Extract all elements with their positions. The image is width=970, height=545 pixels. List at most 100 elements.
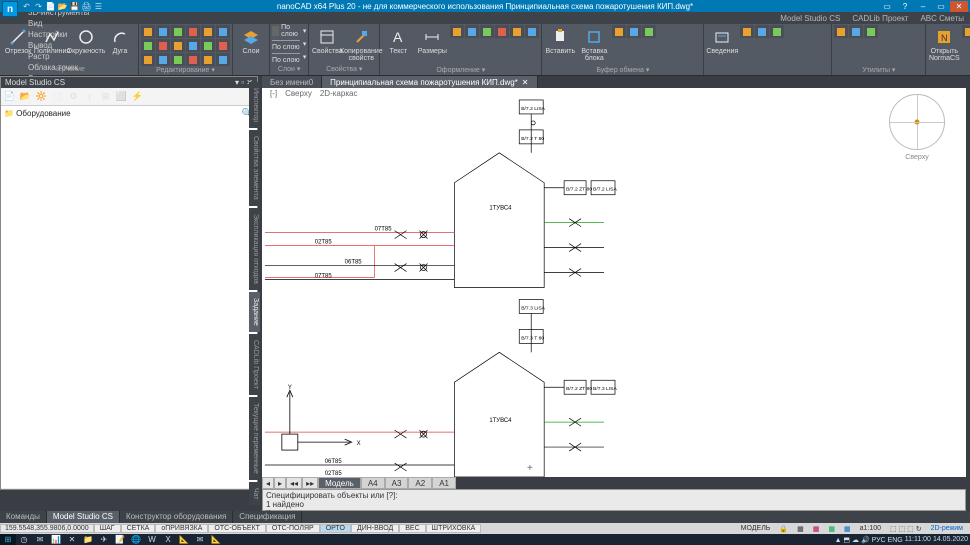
ribbon-small-button[interactable] (465, 25, 479, 38)
taskbar-app[interactable]: 📊 (48, 534, 64, 545)
view-control-item[interactable]: 2D-каркас (316, 89, 362, 98)
minimize-button[interactable]: – (914, 1, 932, 12)
view-controls[interactable]: [-]Сверху2D-каркас (266, 89, 361, 98)
layout-tab[interactable]: A1 (432, 477, 456, 489)
vertical-tab[interactable]: Экспликация отходов (249, 208, 260, 290)
scale-label[interactable]: а1:100 (857, 525, 884, 532)
ribbon-small-button[interactable] (216, 39, 230, 52)
taskbar-app[interactable]: 📝 (112, 534, 128, 545)
ribbon-small-button[interactable] (171, 53, 185, 66)
sp-tool-button[interactable]: ⬜ (115, 90, 128, 103)
layout-tab[interactable]: Модель (318, 477, 361, 489)
status-toggle[interactable]: ВЕС (399, 524, 425, 533)
ribbon-small-button[interactable] (156, 53, 170, 66)
status-toggle[interactable]: ОРТО (320, 524, 351, 533)
sp-tool-button[interactable]: ⬚ (51, 90, 64, 103)
layer-dropdown[interactable]: По слою ▾ (272, 25, 306, 37)
ribbon-button[interactable]: Дуга (104, 25, 136, 55)
sp-tool-button[interactable]: ⚙ (67, 90, 80, 103)
status-toggle[interactable]: оПРИВЯЗКА (155, 524, 208, 533)
ribbon-button[interactable]: Слои (235, 25, 267, 55)
ribbon-small-button[interactable] (450, 25, 464, 38)
ribbon-small-button[interactable] (525, 25, 539, 38)
bottom-tab[interactable]: Model Studio CS (47, 511, 120, 523)
ribbon-small-button[interactable] (755, 25, 769, 38)
qat-button[interactable]: 📄 (46, 2, 55, 11)
view-cube[interactable]: Сверху (882, 94, 952, 174)
ribbon-small-button[interactable] (834, 25, 848, 38)
ribbon-small-button[interactable] (156, 25, 170, 38)
ribbon-small-button[interactable] (186, 53, 200, 66)
ribbon-small-button[interactable] (171, 25, 185, 38)
ribbon-button[interactable]: NОткрыть NormaCS (928, 25, 960, 62)
drawing-canvas[interactable]: 1ТУВС4 1ТУВС4 07Т85 02Т85 06Т85 07Т85 06… (262, 88, 966, 477)
status-toggle[interactable]: ОТС-ПОЛЯР (266, 524, 320, 533)
vertical-tab[interactable]: Чат (249, 482, 260, 506)
ribbon-small-button[interactable] (627, 25, 641, 38)
close-button[interactable]: ✕ (950, 1, 968, 12)
qat-button[interactable]: ↷ (34, 2, 43, 11)
vertical-tab[interactable]: Текущие переменные (249, 397, 260, 480)
ribbon-small-button[interactable] (612, 25, 626, 38)
menu-tab-right[interactable]: ABC Сметы (914, 13, 970, 24)
bottom-tab[interactable]: Спецификация (233, 511, 302, 523)
tree-root[interactable]: 📁 Оборудование (4, 109, 71, 118)
view-control-item[interactable]: [-] (266, 89, 281, 98)
ribbon-button[interactable]: Сведения (706, 25, 738, 55)
side-panel-tree[interactable]: 🔍 📁 Оборудование (1, 106, 257, 488)
sp-tool-button[interactable]: ⊞ (99, 90, 112, 103)
ribbon-button[interactable]: AТекст (382, 25, 414, 55)
ribbon-small-button[interactable] (186, 25, 200, 38)
sp-tool-button[interactable]: 📄 (3, 90, 16, 103)
app-logo[interactable]: n (2, 1, 18, 17)
ribbon-small-button[interactable] (849, 25, 863, 38)
ribbon-small-button[interactable] (156, 39, 170, 52)
ribbon-small-button[interactable] (201, 25, 215, 38)
qat-button[interactable]: 📂 (58, 2, 67, 11)
model-tab-nav[interactable]: ◂ (262, 477, 274, 489)
document-tab[interactable]: Без имени0 (262, 76, 322, 88)
document-tab[interactable]: Принципиальная схема пожаротушения КИП.d… (322, 76, 537, 88)
qat-button[interactable]: 💾 (70, 2, 79, 11)
model-tab-nav[interactable]: ▸▸ (302, 477, 318, 489)
extra-button[interactable]: ▭ (878, 1, 896, 12)
taskbar-app[interactable]: 📁 (80, 534, 96, 545)
bottom-tab[interactable]: Конструктор оборудования (120, 511, 233, 523)
ribbon-small-button[interactable] (495, 25, 509, 38)
layer-dropdown[interactable]: ———— По слою ▾ (272, 51, 306, 63)
ribbon-small-button[interactable] (864, 25, 878, 38)
model-tab-nav[interactable]: ◂◂ (286, 477, 302, 489)
grid-toggle-icon[interactable]: ▦ (794, 525, 807, 533)
status-toggle[interactable]: ОТС-ОБЪЕКТ (208, 524, 265, 533)
ribbon-small-button[interactable] (642, 25, 656, 38)
ribbon-small-button[interactable] (962, 25, 970, 38)
ribbon-button[interactable]: Окружность (70, 25, 102, 55)
ribbon-button[interactable]: Размеры (416, 25, 448, 55)
ribbon-button[interactable]: Вставить (544, 25, 576, 55)
qat-button[interactable]: 🖨 (82, 2, 91, 11)
qat-button[interactable]: ☰ (94, 2, 103, 11)
ribbon-small-button[interactable] (186, 39, 200, 52)
ribbon-small-button[interactable] (141, 53, 155, 66)
sp-tool-button[interactable]: 📂 (19, 90, 32, 103)
ribbon-button[interactable]: Полилиния (36, 25, 68, 55)
ribbon-small-button[interactable] (201, 53, 215, 66)
vertical-tab[interactable]: Свойства элемента (249, 130, 260, 206)
help-button[interactable]: ? (896, 1, 914, 12)
cmd-plus-icon[interactable]: + (527, 463, 533, 474)
layout-tab[interactable]: A3 (385, 477, 409, 489)
taskbar-app[interactable]: 📐 (176, 534, 192, 545)
status-toggle[interactable]: ШАГ (94, 524, 121, 533)
bottom-tab[interactable]: Команды (0, 511, 47, 523)
taskbar-app[interactable]: ✉ (32, 534, 48, 545)
taskbar-app[interactable]: ✈ (96, 534, 112, 545)
ribbon-small-button[interactable] (171, 39, 185, 52)
menu-tab-right[interactable]: CADLib Проект (846, 13, 914, 24)
sp-tool-button[interactable]: 🔆 (35, 90, 48, 103)
ribbon-small-button[interactable] (141, 39, 155, 52)
model-tab-nav[interactable]: ▸ (274, 477, 286, 489)
ribbon-small-button[interactable] (740, 25, 754, 38)
maximize-button[interactable]: ▭ (932, 1, 950, 12)
command-line[interactable]: + Специфицировать объекты или [?]: 1 най… (262, 489, 966, 511)
layer-dropdown[interactable]: ———— По слою ▾ (272, 38, 306, 50)
